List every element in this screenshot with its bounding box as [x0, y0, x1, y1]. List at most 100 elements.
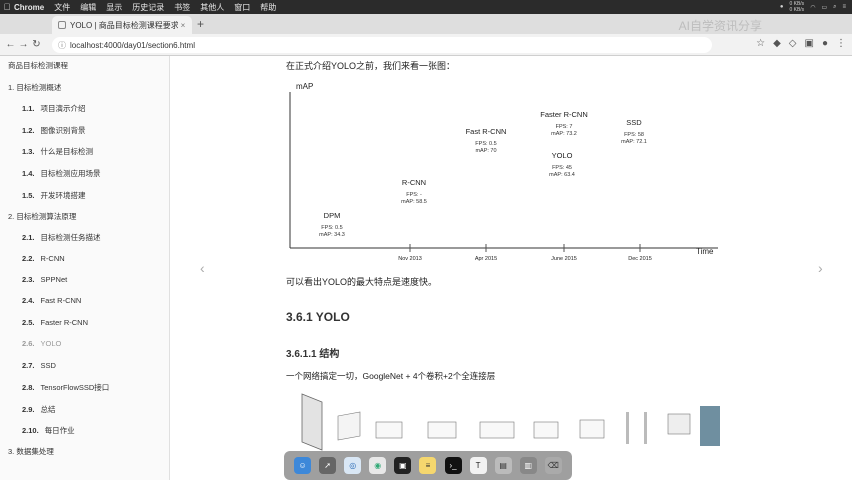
- notes-icon[interactable]: ≡: [419, 457, 437, 474]
- menu-extras-icon[interactable]: ≡: [842, 4, 846, 10]
- point-map-faster-rcnn: mAP: 73.2: [551, 131, 577, 137]
- sidebar-item-1-1[interactable]: 1.1. 项目演示介绍: [22, 103, 86, 114]
- sidebar-item-1-3[interactable]: 1.3. 什么是目标检测: [22, 146, 93, 157]
- point-fps-ssd: FPS: 58: [624, 132, 644, 138]
- point-map-ssd: mAP: 72.1: [621, 139, 647, 145]
- sidebar-item-2-1[interactable]: 2.1. 目标检测任务描述: [22, 232, 101, 243]
- section-label: 开发环境搭建: [40, 191, 86, 200]
- sidebar-item-2-8[interactable]: 2.8. TensorFlowSSD接口: [22, 382, 109, 393]
- point-map-yolo: mAP: 63.4: [549, 172, 575, 178]
- menu-help[interactable]: 帮助: [260, 2, 276, 13]
- back-arrow-icon[interactable]: ←: [4, 39, 17, 50]
- sidebar-item-2-2[interactable]: 2.2. R-CNN: [22, 254, 65, 263]
- extension-icon[interactable]: ▣: [805, 38, 814, 49]
- diagram-fc-layer: [644, 412, 647, 444]
- url-text: localhost:4000/day01/section6.html: [70, 40, 195, 50]
- status-icon[interactable]: ●: [780, 4, 784, 10]
- extension-icon[interactable]: ◆: [773, 38, 781, 49]
- diagram-layer: [533, 421, 559, 439]
- pycharm-icon[interactable]: ▣: [394, 457, 412, 474]
- apple-icon[interactable]: : [0, 2, 14, 12]
- search-icon[interactable]: ⌕: [833, 4, 836, 11]
- point-map-rcnn: mAP: 58.5: [401, 199, 427, 205]
- app-name[interactable]: Chrome: [14, 3, 44, 12]
- wifi-icon[interactable]: ◠: [810, 4, 815, 11]
- menu-history[interactable]: 历史记录: [132, 2, 164, 13]
- preview-icon[interactable]: ▤: [494, 457, 512, 474]
- trash-icon[interactable]: ⌫: [544, 457, 562, 474]
- chapter-3[interactable]: 3. 数据集处理: [8, 446, 54, 457]
- reload-icon[interactable]: ↻: [30, 39, 43, 50]
- section-label: 总结: [40, 405, 56, 414]
- menu-bookmarks[interactable]: 书签: [174, 2, 190, 13]
- menu-people[interactable]: 其他人: [200, 2, 224, 13]
- star-icon[interactable]: ☆: [756, 38, 765, 49]
- sidebar-item-1-4[interactable]: 1.4. 目标检测应用场景: [22, 168, 101, 179]
- extension-icon[interactable]: ◇: [789, 38, 797, 49]
- section-number: 2.8.: [22, 383, 35, 392]
- point-fps-fast-rcnn: FPS: 0.5: [475, 141, 496, 147]
- sidebar-item-2-10[interactable]: 2.10. 每日作业: [22, 425, 75, 436]
- rocket-icon[interactable]: ➚: [319, 457, 337, 474]
- tab-yolo[interactable]: YOLO | 商品目标检测课程要求 ×: [52, 16, 192, 34]
- section-label: TensorFlowSSD接口: [40, 383, 110, 392]
- yolo-architecture-diagram: [301, 393, 720, 451]
- section-label: 目标检测任务描述: [40, 233, 101, 242]
- x-axis-label: Time: [696, 247, 714, 256]
- menu-dots-icon[interactable]: ⋮: [836, 38, 846, 49]
- diagram-result-image: [700, 406, 720, 446]
- x-tick-label: June 2015: [551, 256, 577, 262]
- finder-icon[interactable]: ☺: [294, 457, 312, 474]
- book-title[interactable]: 商品目标检测课程: [8, 60, 68, 71]
- terminal-icon[interactable]: ›_: [444, 457, 462, 474]
- menu-edit[interactable]: 编辑: [80, 2, 96, 13]
- x-tick-label: Dec 2015: [628, 256, 652, 262]
- chapter-1[interactable]: 1. 目标检测概述: [8, 82, 61, 93]
- menu-window[interactable]: 窗口: [234, 2, 250, 13]
- point-map-fast-rcnn: mAP: 70: [475, 148, 496, 154]
- section-label: 每日作业: [44, 426, 75, 435]
- sidebar-item-2-3[interactable]: 2.3. SPPNet: [22, 275, 67, 284]
- address-bar[interactable]: ⓘ localhost:4000/day01/section6.html: [52, 37, 712, 53]
- next-page-arrow-icon[interactable]: ›: [818, 260, 823, 276]
- diagram-layer: [375, 421, 403, 439]
- subsection-heading: 3.6.1.1 结构: [286, 349, 340, 360]
- sidebar-item-2-7[interactable]: 2.7. SSD: [22, 361, 56, 370]
- forward-arrow-icon[interactable]: →: [17, 39, 30, 50]
- chrome-icon[interactable]: ◉: [369, 457, 387, 474]
- safari-icon[interactable]: ◎: [344, 457, 362, 474]
- new-tab-button[interactable]: +: [197, 17, 204, 31]
- point-label-rcnn: R-CNN: [402, 178, 426, 187]
- page-favicon-icon: [58, 21, 66, 29]
- point-fps-yolo: FPS: 45: [552, 165, 572, 171]
- diagram-fc-layer: [626, 412, 629, 444]
- sidebar-item-1-2[interactable]: 1.2. 图像识别背景: [22, 125, 86, 136]
- section-label: 什么是目标检测: [40, 147, 94, 156]
- profile-avatar-icon[interactable]: ●: [822, 38, 828, 49]
- battery-icon[interactable]: ▭: [821, 4, 827, 11]
- point-label-ssd: SSD: [626, 118, 642, 127]
- typora-icon[interactable]: T: [469, 457, 487, 474]
- point-fps-dpm: FPS: 0.5: [321, 225, 342, 231]
- sidebar-item-2-5[interactable]: 2.5. Faster R-CNN: [22, 318, 88, 327]
- sidebar-item-1-5[interactable]: 1.5. 开发环境搭建: [22, 190, 86, 201]
- prev-page-arrow-icon[interactable]: ‹: [200, 260, 205, 276]
- diagram-layer: [427, 421, 457, 439]
- menu-view[interactable]: 显示: [106, 2, 122, 13]
- screen:  Chrome 文件 编辑 显示 历史记录 书签 其他人 窗口 帮助 ● 0 …: [0, 0, 852, 480]
- chapter-2[interactable]: 2. 目标检测算法原理: [8, 211, 76, 222]
- stack-icon[interactable]: ▥: [519, 457, 537, 474]
- tab-close-icon[interactable]: ×: [178, 21, 188, 30]
- sidebar-item-2-9[interactable]: 2.9. 总结: [22, 404, 56, 415]
- menu-file[interactable]: 文件: [54, 2, 70, 13]
- detector-timeline-chart: mAP Time Nov 2013 Apr 2015 June 2015 Dec…: [289, 82, 718, 262]
- intro-text: 在正式介绍YOLO之前，我们来看一张图：: [286, 61, 456, 71]
- info-icon[interactable]: ⓘ: [58, 40, 66, 51]
- section-label: Faster R-CNN: [40, 318, 89, 327]
- sidebar-item-2-4[interactable]: 2.4. Fast R-CNN: [22, 296, 81, 305]
- section-label: Fast R-CNN: [40, 296, 82, 305]
- section-number: 1.2.: [22, 126, 35, 135]
- point-label-faster-rcnn: Faster R-CNN: [540, 110, 588, 119]
- sidebar-item-2-6[interactable]: 2.6. YOLO: [22, 339, 61, 348]
- section-number: 2.6.: [22, 339, 35, 348]
